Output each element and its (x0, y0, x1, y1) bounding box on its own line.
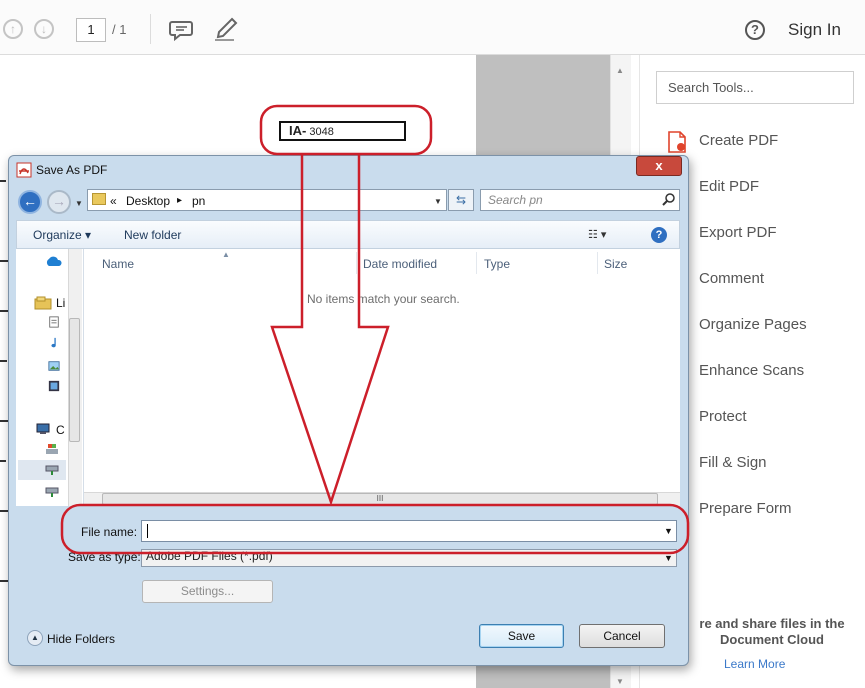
address-dropdown-icon[interactable]: ▼ (434, 197, 442, 206)
recent-locations-dropdown-icon[interactable]: ▼ (75, 199, 83, 208)
tool-create-pdf[interactable]: Create PDF (699, 132, 778, 149)
column-date-modified[interactable]: Date modified (363, 257, 437, 271)
column-type[interactable]: Type (484, 257, 510, 271)
documents-icon[interactable] (47, 316, 61, 328)
acrobat-toolbar (0, 0, 865, 55)
hide-folders-icon[interactable]: ▲ (27, 630, 43, 646)
address-overflow-chevrons[interactable]: « (110, 194, 117, 208)
file-name-input[interactable] (141, 520, 677, 542)
computer-icon[interactable] (36, 423, 52, 435)
file-name-dropdown-icon[interactable]: ▼ (664, 526, 673, 536)
search-icon[interactable] (662, 192, 676, 206)
network-drive-icon-2[interactable] (45, 486, 59, 498)
highlight-pen-icon[interactable] (212, 16, 238, 42)
refresh-button[interactable]: ⇆ (448, 189, 474, 211)
back-button[interactable]: ← (18, 190, 42, 214)
tool-edit-pdf[interactable]: Edit PDF (699, 178, 759, 195)
cloud-icon[interactable] (45, 255, 63, 267)
save-as-type-select[interactable]: Adobe PDF Files (*.pdf) (141, 549, 677, 567)
dialog-help-icon[interactable]: ? (651, 227, 667, 243)
column-divider[interactable] (597, 252, 598, 274)
settings-button[interactable]: Settings... (142, 580, 273, 603)
dialog-title: Save As PDF (36, 163, 108, 177)
acrobat-pdf-icon (16, 162, 32, 178)
column-divider[interactable] (356, 252, 357, 274)
breadcrumb-separator[interactable]: ▸ (177, 195, 182, 206)
file-name-label: File name: (81, 525, 138, 539)
network-drive-icon[interactable] (45, 464, 59, 476)
comment-icon[interactable] (168, 16, 194, 42)
nav-computer-label[interactable]: C (56, 423, 65, 437)
ia-number-field: IA- 3048 (279, 121, 406, 141)
nav-libraries-label[interactable]: Li (56, 296, 65, 310)
cancel-button[interactable]: Cancel (579, 624, 665, 648)
command-bar (16, 220, 680, 249)
save-button[interactable]: Save (479, 624, 564, 648)
cloud-promo-line2: Document Cloud (720, 632, 824, 647)
sort-ascending-icon: ▲ (222, 250, 230, 259)
page-up-icon[interactable]: ↑ (3, 19, 23, 39)
empty-list-message: No items match your search. (307, 292, 460, 306)
create-pdf-icon (668, 131, 686, 153)
file-list[interactable] (84, 249, 680, 492)
column-name[interactable]: Name (102, 257, 134, 271)
column-divider[interactable] (476, 252, 477, 274)
search-input[interactable]: Search pn (480, 189, 680, 211)
windows-drive-icon[interactable] (45, 443, 59, 455)
search-tools-input[interactable]: Search Tools... (656, 71, 854, 104)
nav-pane-scroll-thumb[interactable] (69, 318, 80, 442)
scroll-down-arrow-icon[interactable]: ▼ (616, 677, 624, 686)
text-caret (147, 524, 148, 538)
document-text-fragments (0, 180, 8, 582)
organize-menu[interactable]: Organize ▾ (33, 228, 91, 242)
hscroll-thumb[interactable]: III (102, 493, 658, 505)
document-cloud-promo: re and share files in the Document Cloud (679, 616, 865, 648)
save-as-type-label: Save as type: (68, 550, 141, 564)
libraries-icon[interactable] (34, 296, 52, 310)
pictures-icon[interactable] (47, 360, 61, 372)
toolbar-divider (150, 14, 151, 44)
change-view-icon[interactable]: ☷ ▾ (588, 228, 606, 241)
hide-folders-link[interactable]: Hide Folders (47, 632, 115, 646)
scroll-up-arrow-icon[interactable]: ▲ (616, 66, 624, 75)
page-number-input[interactable]: 1 (76, 18, 106, 42)
column-size[interactable]: Size (604, 257, 627, 271)
music-icon[interactable] (47, 337, 61, 349)
breadcrumb-pn[interactable]: pn (192, 194, 205, 208)
tool-enhance-scans[interactable]: Enhance Scans (699, 362, 804, 379)
tool-export-pdf[interactable]: Export PDF (699, 224, 777, 241)
breadcrumb-desktop[interactable]: Desktop (126, 194, 170, 208)
tool-protect[interactable]: Protect (699, 408, 747, 425)
folder-icon (92, 193, 106, 205)
new-folder-button[interactable]: New folder (124, 228, 181, 242)
tool-fill-sign[interactable]: Fill & Sign (699, 454, 767, 471)
save-type-dropdown-icon[interactable]: ▼ (664, 553, 673, 563)
page-total: / 1 (112, 22, 127, 37)
help-icon[interactable]: ? (745, 20, 765, 40)
page-down-icon[interactable]: ↓ (34, 19, 54, 39)
sign-in-link[interactable]: Sign In (788, 20, 841, 40)
close-button[interactable]: x (636, 156, 682, 176)
ia-number: 3048 (309, 126, 334, 138)
forward-button[interactable]: → (47, 190, 71, 214)
ia-prefix: IA- (289, 123, 307, 138)
cloud-promo-line1: re and share files in the (699, 616, 845, 631)
learn-more-link[interactable]: Learn More (724, 657, 785, 671)
tool-comment[interactable]: Comment (699, 270, 764, 287)
videos-icon[interactable] (47, 380, 61, 392)
tool-prepare-form[interactable]: Prepare Form (699, 500, 792, 517)
tool-organize-pages[interactable]: Organize Pages (699, 316, 807, 333)
